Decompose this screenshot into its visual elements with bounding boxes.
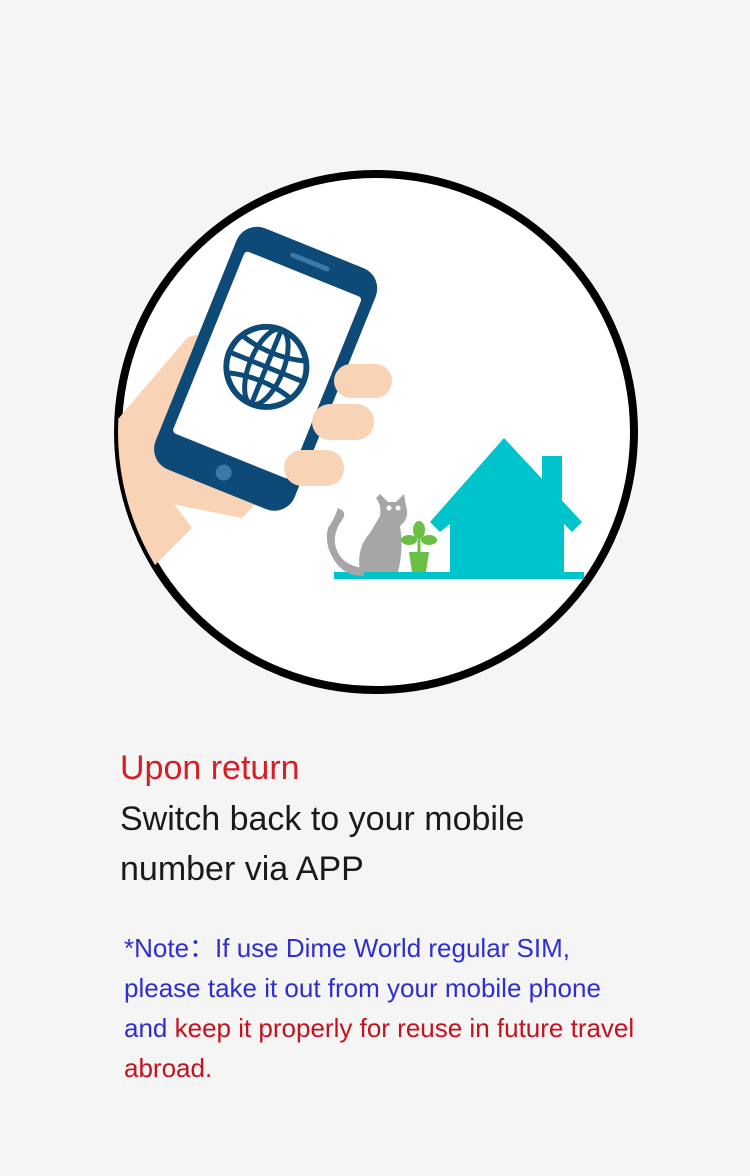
illustration — [114, 170, 638, 694]
step-description: Switch back to your mobile number via AP… — [120, 800, 525, 888]
step-heading: Upon return — [120, 749, 300, 787]
step-text: Upon return Switch back to your mobile n… — [120, 746, 640, 894]
note-text: *Note：If use Dime World regular SIM, ple… — [124, 928, 644, 1088]
note-part-red: keep it properly for reuse in future tra… — [124, 1013, 635, 1083]
